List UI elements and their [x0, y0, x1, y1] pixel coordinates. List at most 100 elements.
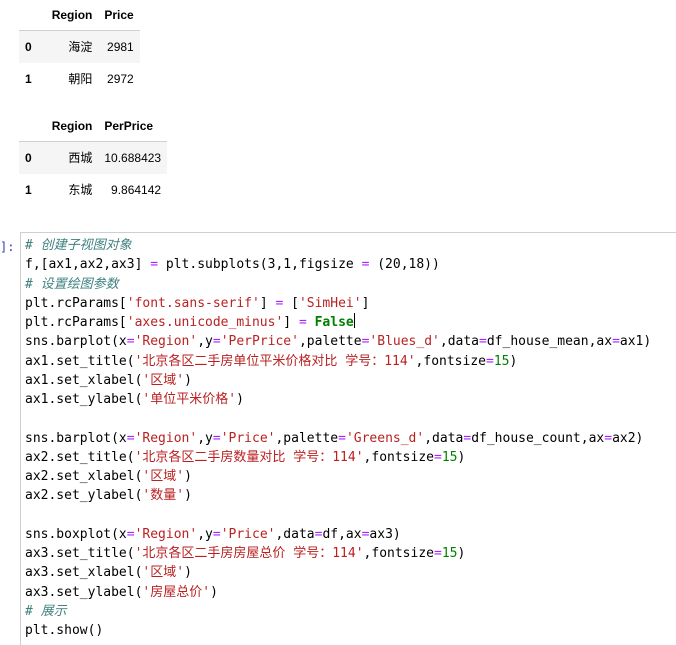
- table-header-row: Region Price: [19, 0, 140, 31]
- code-line: ax1.set_title('北京各区二手房单位平米价格对比 学号：114',f…: [25, 352, 651, 371]
- code-line: # 设置绘图参数: [25, 275, 651, 294]
- code-token: ,data: [424, 430, 464, 446]
- code-token: =: [604, 430, 613, 446]
- price-cell: 2981: [107, 40, 134, 54]
- code-token: 'font.sans-serif': [126, 295, 260, 311]
- code-line: plt.show(): [25, 621, 651, 640]
- column-header: Price: [98, 0, 140, 31]
- code-token: =: [126, 334, 135, 350]
- code-token: =: [479, 334, 487, 350]
- code-token: ax2): [612, 430, 644, 446]
- code-token: sns.barplot(x: [25, 334, 127, 350]
- index-header: [19, 0, 46, 31]
- code-token: plt.rcParams[: [25, 295, 127, 311]
- column-header: PerPrice: [98, 111, 168, 142]
- code-token: ): [236, 392, 244, 407]
- code-line: ax2.set_ylabel('数量'): [25, 486, 651, 505]
- cell-prompt: ]:: [0, 240, 15, 254]
- table-row: 0 海淀 2981: [19, 30, 140, 63]
- code-line: ax3.set_xlabel('区域'): [25, 563, 651, 582]
- code-token: ,y: [197, 334, 213, 350]
- code-token: sns.barplot(x: [25, 430, 127, 446]
- code-token: ]: [259, 295, 276, 311]
- code-token: =: [126, 430, 135, 446]
- code-token: '区域': [142, 469, 185, 484]
- code-line: # 创建子视图对象: [25, 236, 651, 255]
- code-token: ,data: [439, 334, 480, 350]
- column-header: Region: [45, 111, 99, 142]
- code-line: ax3.set_title('北京各区二手房房屋总价 学号：114',fonts…: [25, 544, 651, 563]
- region-cell: 朝阳: [68, 72, 93, 86]
- code-token: ax2.set_ylabel(: [25, 488, 143, 504]
- code-token: 'Blues_d': [369, 334, 440, 350]
- code-token: ,fontsize: [415, 353, 486, 369]
- text-cursor: [353, 313, 355, 328]
- code-token: ): [184, 488, 192, 504]
- code-token: '区域': [142, 565, 185, 581]
- code-token: '区域': [142, 372, 185, 388]
- code-token: 15: [493, 353, 510, 369]
- index-header: [19, 111, 46, 142]
- code-token: ,data: [275, 526, 315, 542]
- code-token: ,palette: [298, 334, 362, 350]
- code-token: =: [126, 526, 135, 542]
- code-token: f,[ax1,ax2,ax3]: [25, 257, 151, 273]
- code-token: ]: [361, 295, 370, 311]
- perprice-cell: 9.864142: [111, 183, 162, 197]
- table-header-row: Region PerPrice: [19, 111, 168, 142]
- perprice-cell: 10.688423: [104, 151, 162, 165]
- code-line: ax1.set_ylabel('单位平米价格'): [25, 390, 651, 409]
- code-token: [: [283, 295, 299, 311]
- region-cell: 西城: [68, 151, 93, 165]
- code-token: sns.boxplot(x: [25, 526, 127, 542]
- region-cell: 海淀: [68, 40, 93, 54]
- row-index: 0: [25, 151, 32, 165]
- code-token: ): [184, 372, 192, 388]
- code-token: ]: [283, 315, 299, 330]
- code-token: ): [509, 353, 518, 369]
- code-line: # 展示: [25, 602, 651, 621]
- table-row: 1 东城 9.864142: [19, 174, 167, 206]
- code-token: ): [210, 584, 218, 600]
- code-token: ): [457, 449, 466, 465]
- code-token: =: [338, 430, 346, 446]
- code-token: ax1.set_xlabel(: [25, 372, 143, 388]
- region-cell: 东城: [68, 183, 93, 197]
- code-line: sns.boxplot(x='Region',y='Price',data=df…: [25, 525, 651, 544]
- row-index: 1: [25, 72, 32, 86]
- code-token: # 创建子视图对象: [25, 238, 132, 253]
- code-token: # 设置绘图参数: [25, 276, 119, 292]
- code-token: ,fontsize: [363, 546, 434, 561]
- code-area[interactable]: # 创建子视图对象 f,[ax1,ax2,ax3] = plt.subplots(…: [25, 236, 651, 640]
- row-index: 0: [25, 40, 32, 54]
- column-header: Region: [45, 0, 99, 31]
- code-token: 'Region': [134, 334, 198, 350]
- code-token: # 展示: [25, 603, 67, 619]
- dataframe-output-price: Region Price 0 海淀 2981 1 朝阳 2972: [19, 0, 140, 95]
- code-token: 'Price': [220, 526, 276, 542]
- code-token: 'axes.unicode_minus': [126, 315, 284, 330]
- code-token: '北京各区二手房数量对比 学号：114': [134, 449, 364, 465]
- code-line: plt.rcParams['axes.unicode_minus'] = Fal…: [25, 313, 651, 332]
- code-token: =: [212, 430, 221, 446]
- code-token: '房屋总价': [142, 584, 211, 600]
- code-token: '数量': [142, 488, 185, 504]
- code-cell-editor[interactable]: # 创建子视图对象 f,[ax1,ax2,ax3] = plt.subplots(…: [20, 232, 676, 645]
- code-token: '北京各区二手房单位平米价格对比 学号：114': [134, 353, 416, 369]
- code-token: df,ax: [322, 526, 362, 542]
- code-token: ax1.set_title(: [25, 353, 135, 369]
- code-token: ax2.set_title(: [25, 449, 135, 465]
- code-token: =: [434, 546, 442, 561]
- code-token: 'Price': [220, 430, 276, 446]
- code-token: ax1.set_ylabel(: [25, 392, 143, 407]
- code-line: sns.barplot(x='Region',y='Price',palette…: [25, 429, 651, 448]
- code-token: False: [314, 315, 354, 330]
- code-token: =: [212, 334, 221, 350]
- code-token: =: [434, 449, 442, 465]
- code-token: '北京各区二手房房屋总价 学号：114': [134, 546, 364, 561]
- code-token: plt.rcParams[: [25, 315, 127, 330]
- code-token: 'Region': [134, 526, 198, 542]
- code-token: ,fontsize: [363, 449, 434, 465]
